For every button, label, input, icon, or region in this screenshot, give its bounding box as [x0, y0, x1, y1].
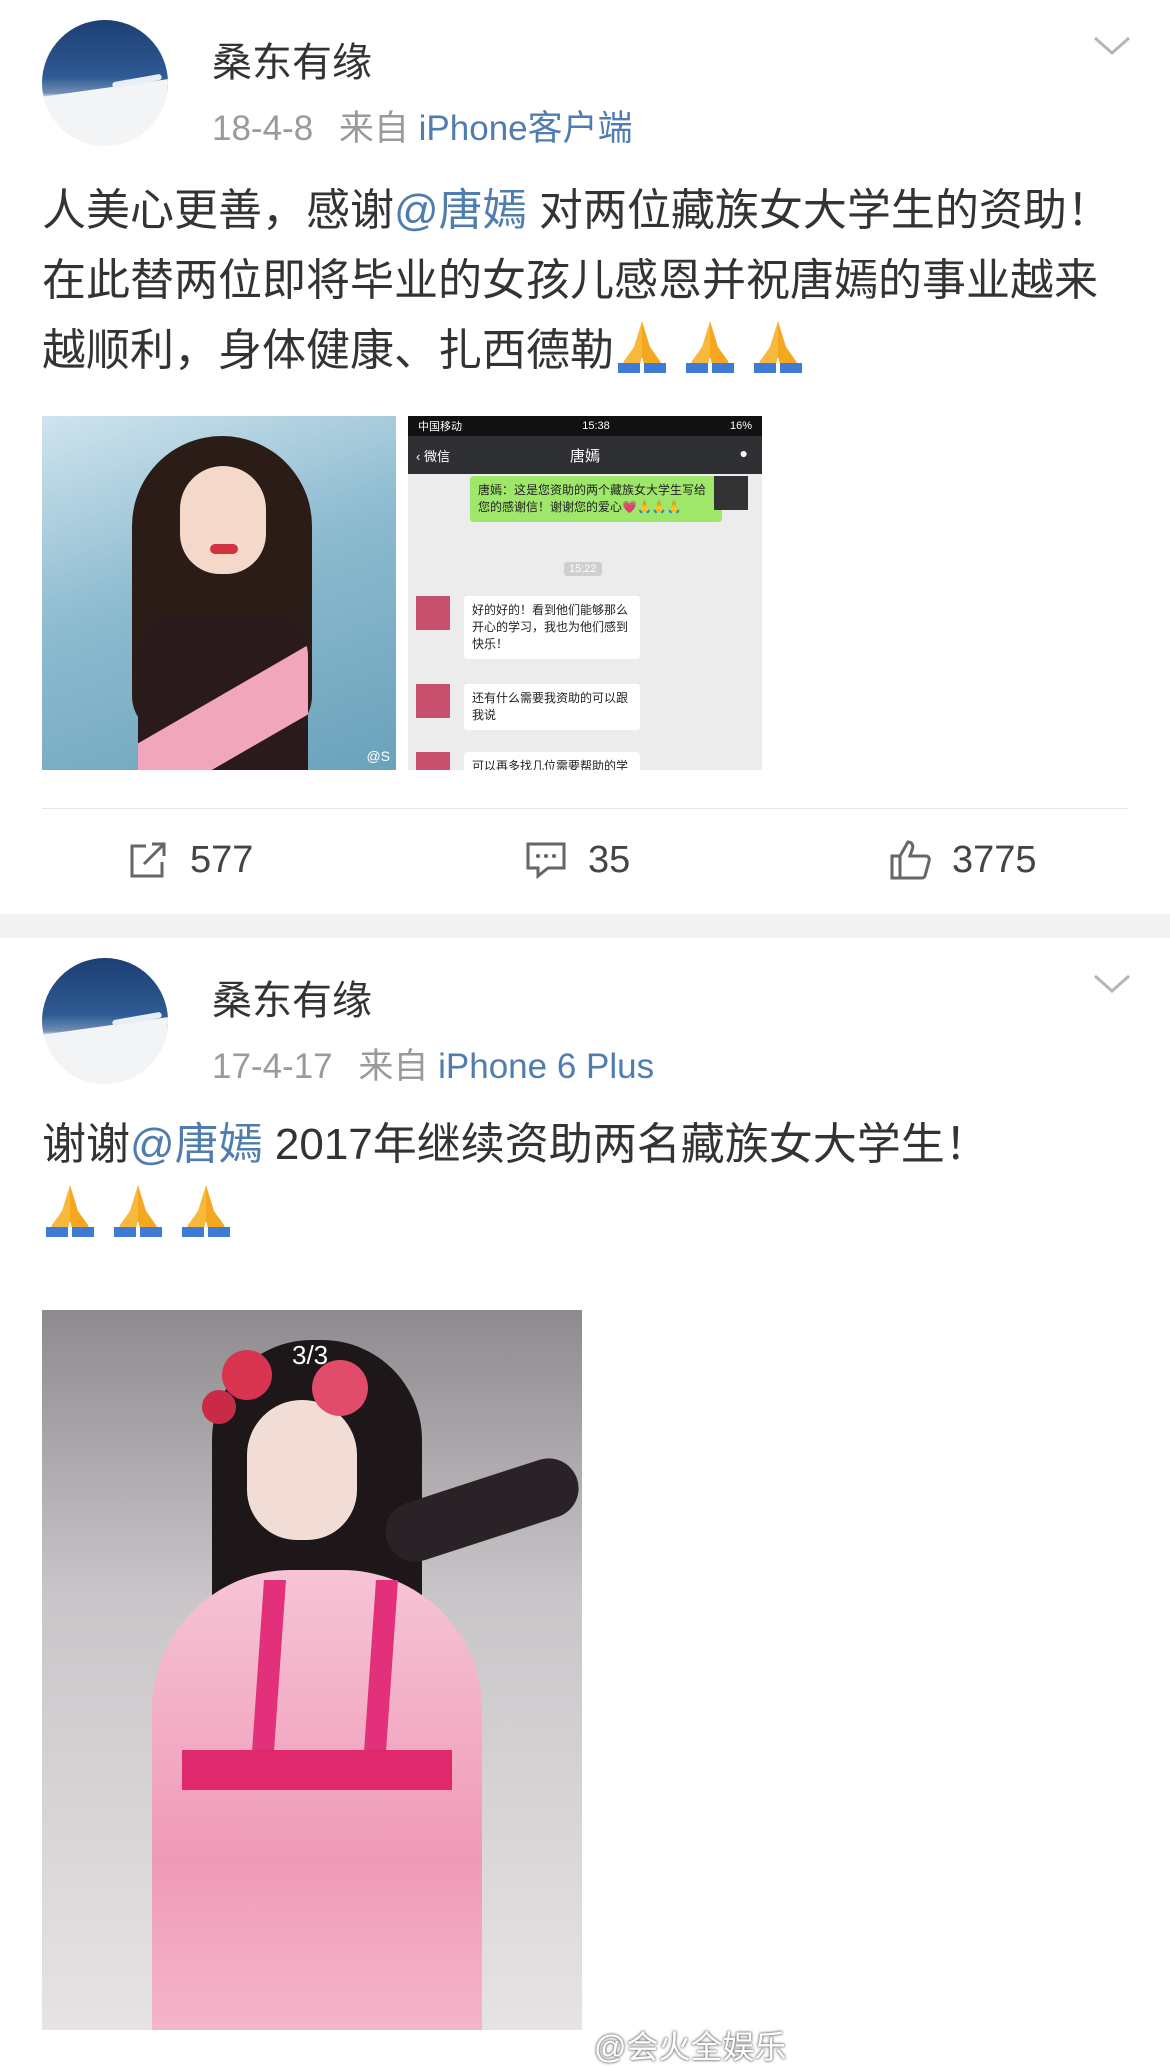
- message-time: 15:22: [564, 562, 602, 576]
- reply-avatar: [416, 684, 450, 718]
- mention-link[interactable]: @唐嫣: [394, 186, 527, 235]
- repost-icon: [130, 842, 166, 878]
- from-label: 来自: [358, 1047, 429, 1086]
- repost-count: 577: [190, 838, 254, 881]
- pray-emoji-icon: [110, 1181, 166, 1237]
- username[interactable]: 桑东有缘: [212, 30, 372, 88]
- repost-button[interactable]: 577: [126, 830, 253, 890]
- user-avatar[interactable]: [42, 20, 168, 146]
- like-count: 3775: [952, 838, 1037, 881]
- thumbs-up-icon: [890, 840, 931, 880]
- sender-avatar: [714, 476, 748, 510]
- mention-link[interactable]: @唐嫣: [130, 1120, 263, 1169]
- comment-count: 35: [588, 838, 631, 881]
- chevron-down-icon[interactable]: [1092, 968, 1132, 998]
- from-label: 来自: [338, 109, 409, 148]
- comment-icon: [526, 842, 566, 880]
- chevron-down-icon[interactable]: [1092, 30, 1132, 60]
- post-text: 谢谢@唐嫣 2017年继续资助两名藏族女大学生！: [42, 1110, 1132, 1250]
- post-source[interactable]: iPhone 6 Plus: [438, 1047, 654, 1086]
- chat-nav-bar: ‹ 微信 唐嫣 ●: [408, 436, 762, 474]
- weibo-post-2: 桑东有缘 17-4-17 来自 iPhone 6 Plus 谢谢@唐嫣 2017…: [0, 938, 1170, 2064]
- pray-emoji-icon: [42, 1181, 98, 1237]
- contact-icon: ●: [739, 445, 748, 461]
- sent-message: 唐嫣：这是您资助的两个藏族女大学生写给您的感谢信！谢谢您的爱心💗🙏🙏🙏: [470, 476, 722, 522]
- post-date: 17-4-17: [212, 1047, 333, 1086]
- post-meta: 17-4-17 来自 iPhone 6 Plus: [212, 1038, 654, 1089]
- wechat-screenshot[interactable]: 中国移动 15:38 16% ‹ 微信 唐嫣 ● 唐嫣：这是您资助的两个藏族女大…: [408, 416, 762, 770]
- phone-status-bar: 中国移动 15:38 16%: [408, 416, 762, 436]
- reply-avatar: [416, 596, 450, 630]
- reply-message: 可以再多找几位需要帮助的学: [464, 752, 640, 770]
- pray-emoji-icon: [614, 317, 670, 373]
- post-separator: [0, 914, 1170, 938]
- reply-message: 还有什么需要我资助的可以跟我说: [464, 684, 640, 730]
- chat-title: 唐嫣: [569, 448, 600, 465]
- portrait-photo[interactable]: @S: [42, 416, 396, 770]
- post-text: 人美心更善，感谢@唐嫣 对两位藏族女大学生的资助！ 在此替两位即将毕业的女孩儿感…: [42, 186, 1111, 375]
- reply-message: 好的好的！看到他们能够那么开心的学习，我也为他们感到快乐！: [464, 596, 640, 659]
- pray-emoji-icon: [750, 317, 806, 373]
- pray-emoji-icon: [682, 317, 738, 373]
- comment-button[interactable]: 35: [524, 830, 630, 890]
- reply-avatar: [416, 752, 450, 770]
- like-button[interactable]: 3775: [888, 830, 1037, 890]
- post-source[interactable]: iPhone客户端: [419, 109, 633, 148]
- username[interactable]: 桑东有缘: [212, 968, 372, 1026]
- action-divider: [42, 808, 1128, 809]
- weibo-watermark: @会火全娱乐: [548, 2022, 787, 2068]
- post-meta: 18-4-8 来自 iPhone客户端: [212, 100, 633, 151]
- weibo-post-1: 桑东有缘 18-4-8 来自 iPhone客户端 人美心更善，感谢@唐嫣 对两位…: [0, 0, 1170, 914]
- user-avatar[interactable]: [42, 958, 168, 1084]
- pray-emoji-icon: [178, 1181, 234, 1237]
- costume-photo[interactable]: 3/3: [42, 1310, 582, 2030]
- weibo-logo-icon: [548, 2032, 587, 2060]
- image-counter: 3/3: [292, 1340, 329, 1370]
- post-date: 18-4-8: [212, 109, 314, 148]
- image-watermark: @S: [366, 748, 390, 764]
